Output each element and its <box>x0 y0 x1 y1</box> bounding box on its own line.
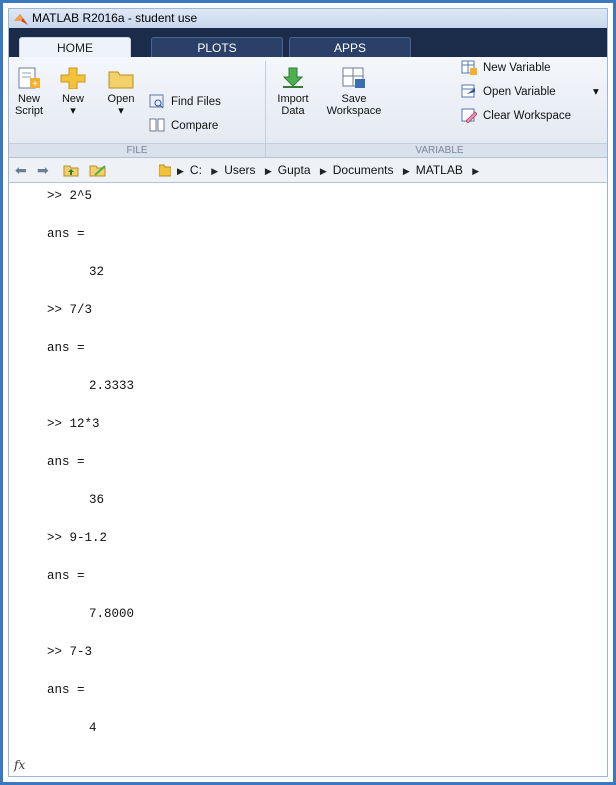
ans-label: ans = <box>47 341 85 355</box>
chevron-down-icon: ▾ <box>118 105 124 117</box>
fx-icon[interactable]: fx <box>14 758 25 772</box>
matlab-window: MATLAB R2016a - student use HOME PLOTS A… <box>0 0 616 785</box>
command-line: >> 12*3 <box>47 417 100 431</box>
ans-value: 4 <box>89 721 97 735</box>
new-variable-icon <box>461 60 477 75</box>
clear-workspace-label: Clear Workspace <box>483 110 571 122</box>
new-script-icon: + <box>16 67 42 90</box>
save-workspace-button[interactable]: Save Workspace <box>319 67 389 117</box>
ans-label: ans = <box>47 569 85 583</box>
browse-folder-icon[interactable] <box>89 163 107 177</box>
breadcrumb-separator-icon: ▶ <box>402 166 410 176</box>
ans-value: 2.3333 <box>89 379 135 393</box>
open-variable-icon <box>461 84 475 98</box>
folder-icon <box>108 67 134 89</box>
command-window[interactable]: >> 2^5 ans = 32 >> 7/3 ans = 2.3333 >> 1… <box>9 183 607 776</box>
window-title: MATLAB R2016a - student use <box>32 11 198 25</box>
ans-value: 7.8000 <box>89 607 135 621</box>
svg-text:+: + <box>32 79 38 89</box>
new-button[interactable]: New ▾ <box>53 67 93 117</box>
compare-icon <box>149 118 165 132</box>
breadcrumb: ▶ C: ▶ Users ▶ Gupta ▶ Documents ▶ MATLAB ▶ <box>177 158 485 183</box>
import-data-label-1: Import <box>277 93 309 105</box>
ans-label: ans = <box>47 455 85 469</box>
breadcrumb-separator-icon: ▶ <box>211 166 219 176</box>
ribbon-tab-bar: HOME PLOTS APPS <box>9 28 607 59</box>
command-line: >> 9-1.2 <box>47 531 108 545</box>
back-arrow-icon[interactable]: ⬅ <box>15 158 27 182</box>
save-workspace-icon <box>341 67 367 89</box>
chevron-down-icon: ▾ <box>70 105 76 117</box>
clear-workspace-button[interactable]: Clear Workspace <box>461 107 607 125</box>
title-bar: MATLAB R2016a - student use <box>9 9 607 29</box>
new-script-button[interactable]: + New Script <box>11 67 47 117</box>
file-group-label: FILE <box>9 143 265 157</box>
current-folder-bar: ⬅ ➡ ▶ C: ▶ Users ▶ Gupta ▶ Documents ▶ MATLAB… <box>9 158 607 183</box>
chevron-down-icon: ▾ <box>593 86 599 98</box>
compare-label: Compare <box>171 120 219 132</box>
ans-value: 36 <box>89 493 105 507</box>
breadcrumb-separator-icon: ▶ <box>472 166 480 176</box>
open-button[interactable]: Open ▾ <box>99 67 143 117</box>
command-line: >> 7-3 <box>47 645 93 659</box>
open-label: Open <box>107 93 135 105</box>
new-variable-button[interactable]: New Variable <box>461 59 607 77</box>
up-folder-icon[interactable] <box>63 163 79 177</box>
command-line: >> 7/3 <box>47 303 93 317</box>
ribbon-toolstrip: + New Script New ▾ Open ▾ Find Files Com… <box>9 57 607 158</box>
import-icon <box>280 67 306 89</box>
breadcrumb-item-matlab[interactable]: MATLAB <box>416 163 463 177</box>
breadcrumb-separator-icon: ▶ <box>319 166 327 176</box>
compare-button[interactable]: Compare <box>149 117 261 135</box>
window-inner: MATLAB R2016a - student use HOME PLOTS A… <box>8 8 608 777</box>
breadcrumb-separator-icon: ▶ <box>264 166 272 176</box>
tab-home[interactable]: HOME <box>19 37 131 59</box>
breadcrumb-item-c[interactable]: C: <box>190 163 202 177</box>
import-data-label-2: Data <box>281 105 305 117</box>
new-script-label-2: Script <box>14 105 44 117</box>
open-variable-label: Open Variable <box>483 86 556 98</box>
import-data-button[interactable]: Import Data <box>271 67 315 117</box>
breadcrumb-item-documents[interactable]: Documents <box>333 163 394 177</box>
breadcrumb-item-gupta[interactable]: Gupta <box>278 163 311 177</box>
save-workspace-label-2: Workspace <box>326 105 382 117</box>
find-files-label: Find Files <box>171 96 221 108</box>
variable-group-label: VARIABLE <box>266 143 607 157</box>
folder-icon <box>159 164 171 177</box>
command-line: >> 2^5 <box>47 189 93 203</box>
tab-plots[interactable]: PLOTS <box>151 37 283 58</box>
save-workspace-label-1: Save <box>341 93 367 105</box>
ans-label: ans = <box>47 227 85 241</box>
matlab-logo-icon <box>14 14 28 25</box>
find-files-button[interactable]: Find Files <box>149 93 261 111</box>
forward-arrow-icon[interactable]: ➡ <box>37 158 49 182</box>
find-files-icon <box>149 94 164 109</box>
new-variable-label: New Variable <box>483 62 551 74</box>
plus-icon <box>60 67 86 90</box>
new-script-label-1: New <box>17 93 40 105</box>
clear-workspace-icon <box>461 108 477 123</box>
ans-label: ans = <box>47 683 85 697</box>
tab-apps[interactable]: APPS <box>289 37 411 58</box>
open-variable-button[interactable]: Open Variable ▾ <box>461 83 607 101</box>
new-label: New <box>61 93 84 105</box>
breadcrumb-separator-icon: ▶ <box>177 166 184 176</box>
ans-value: 32 <box>89 265 105 279</box>
breadcrumb-item-users[interactable]: Users <box>224 163 255 177</box>
